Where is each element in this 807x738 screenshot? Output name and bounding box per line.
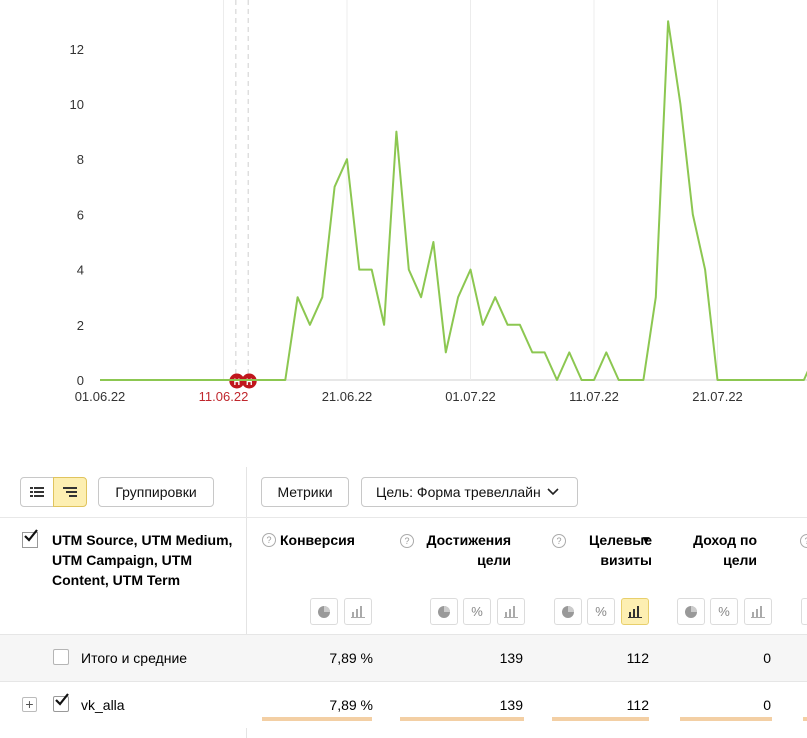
column-header-goal-reaches[interactable]: ? Достижения цели [400,530,511,570]
help-icon[interactable]: ? [552,534,566,548]
groupings-button[interactable]: Группировки [98,477,214,507]
x-tick-label: 11.06.22 [199,389,249,404]
column-header-revenue[interactable]: Доход по цели [680,530,757,570]
x-tick-label: 01.07.22 [445,389,496,404]
total-checkbox[interactable] [53,649,69,665]
row-checkbox[interactable] [53,693,69,712]
percent-icon: % [595,604,607,619]
report-toolbar: Группировки Метрики Цель: Форма тревелла… [0,467,807,517]
column-header-goal-visits[interactable]: ? Целевые визиты ▼ [552,530,652,570]
y-tick-label: 12 [70,42,84,57]
share-bar-revenue [680,717,772,721]
pie-chart-icon [685,605,697,618]
dimension-checkbox[interactable] [22,529,38,548]
dimension-header: UTM Source, UTM Medium, UTM Campaign, UT… [22,529,237,590]
row-goal-reaches: 139 [499,697,523,713]
bar-chart-button[interactable] [344,598,372,625]
help-icon[interactable]: ? [262,533,276,547]
y-tick-label: 2 [77,318,84,333]
total-goal-reaches: 139 [499,650,523,666]
pie-chart-icon [318,605,330,618]
total-goal-visits: 112 [626,650,649,666]
metrics-button[interactable]: Метрики [261,477,349,507]
goal-select[interactable]: Цель: Форма тревеллайн [361,477,578,507]
series-line [100,20,807,381]
y-tick-label: 8 [77,152,84,167]
y-tick-label: 6 [77,207,84,222]
list-view-button[interactable] [20,477,54,507]
expand-button[interactable]: + [22,697,37,712]
bar-chart-icon [751,605,765,618]
percent-button[interactable]: % [587,598,615,625]
holiday-marker-label: Н [234,377,241,387]
tree-view-button[interactable] [53,477,87,507]
bar-chart-button-active[interactable] [621,598,649,625]
row-conversion: 7,89 % [329,697,373,713]
line-chart: 0 2 4 6 8 10 12 01.06.22 11.06.22 21.06.22 01.07.… [70,0,807,404]
tree-view-icon [63,487,77,497]
pie-chart-button[interactable] [801,598,807,625]
row-goal-visits: 112 [626,697,649,713]
y-tick-label: 10 [70,97,84,112]
holiday-marker-label: Н [246,377,253,387]
list-view-icon [30,487,44,497]
share-bar-next [803,717,807,721]
y-tick-label: 4 [77,263,84,278]
bar-chart-icon [628,605,642,618]
y-axis: 0 2 4 6 8 10 12 [70,42,84,388]
table-header: UTM Source, UTM Medium, UTM Campaign, UT… [0,517,807,634]
sort-desc-icon: ▼ [640,533,652,547]
help-icon[interactable]: ? [800,534,807,548]
percent-icon: % [718,604,730,619]
percent-button[interactable]: % [463,598,491,625]
holiday-markers: НН [229,0,257,389]
bar-chart-button[interactable] [744,598,772,625]
table-total-row: Итого и средние 7,89 % 139 112 0 [0,634,807,681]
bar-chart-button[interactable] [497,598,525,625]
x-axis: 01.06.22 11.06.22 21.06.22 01.07.22 11.07.22… [75,389,743,404]
checkmark-icon [24,529,38,542]
x-tick-label: 21.06.22 [322,389,373,404]
pie-chart-button[interactable] [677,598,705,625]
pie-chart-button[interactable] [310,598,338,625]
column-header-conversion[interactable]: ? Конверсия [262,530,372,550]
total-label: Итого и средние [81,650,188,666]
row-revenue: 0 [763,697,771,713]
dimension-title: UTM Source, UTM Medium, UTM Campaign, UT… [52,532,233,588]
total-conversion: 7,89 % [329,650,373,666]
total-revenue: 0 [763,650,771,666]
help-icon[interactable]: ? [400,534,414,548]
share-bar-goal-visits [552,717,649,721]
goal-select-value: Цель: Форма тревеллайн [376,484,541,500]
pie-chart-button[interactable] [430,598,458,625]
table-row[interactable]: + vk_alla 7,89 % 139 112 0 [0,681,807,728]
checkmark-icon [55,693,69,706]
x-tick-label: 21.07.22 [692,389,743,404]
y-tick-label: 0 [77,373,84,388]
bar-chart-icon [351,605,365,618]
share-bar-goal-reaches [400,717,524,721]
bar-chart-icon [504,605,518,618]
pie-chart-icon [562,605,574,618]
chart-grid [100,0,807,381]
percent-button[interactable]: % [710,598,738,625]
percent-icon: % [471,604,483,619]
x-tick-label: 01.06.22 [75,389,126,404]
pie-chart-icon [438,605,450,618]
x-tick-label: 11.07.22 [569,389,619,404]
pie-chart-button[interactable] [554,598,582,625]
chevron-down-icon [547,488,559,496]
row-label[interactable]: vk_alla [81,697,125,713]
share-bar-conversion [262,717,372,721]
